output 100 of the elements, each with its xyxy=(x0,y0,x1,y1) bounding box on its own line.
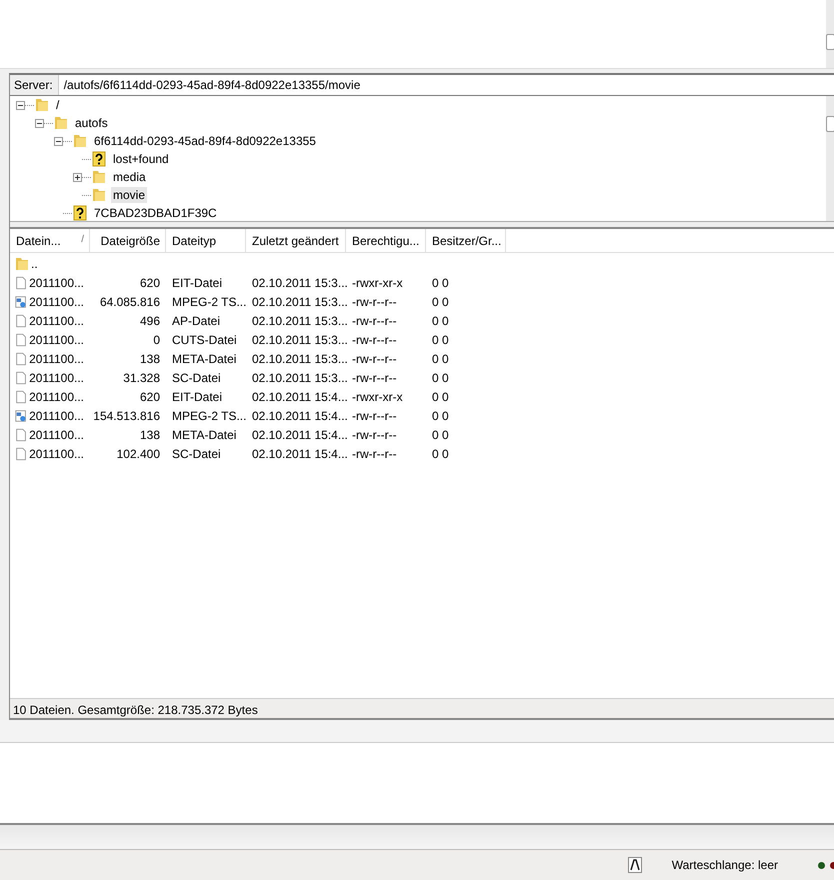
table-cell: SC-Datei xyxy=(172,370,221,384)
table-cell: 2011100... xyxy=(29,294,84,308)
file-icon xyxy=(14,426,28,442)
table-cell: -rw-r--r-- xyxy=(352,428,397,442)
table-cell: 64.085.816 xyxy=(100,294,160,308)
table-cell: 0 0 xyxy=(432,332,449,346)
table-cell: -rw-r--r-- xyxy=(352,294,397,308)
tree-item[interactable]: movie xyxy=(111,187,148,203)
table-cell: -rw-r--r-- xyxy=(352,352,397,366)
table-cell: SC-Datei xyxy=(172,446,221,460)
table-cell: 0 0 xyxy=(432,408,449,422)
table-cell: 0 0 xyxy=(432,370,449,384)
tree-item[interactable]: autofs xyxy=(73,115,110,131)
table-cell: 02.10.2011 15:3... xyxy=(252,370,348,384)
table-cell: META-Datei xyxy=(172,352,236,366)
table-cell: META-Datei xyxy=(172,428,236,442)
file-icon xyxy=(14,388,28,404)
table-cell: .. xyxy=(31,256,38,270)
column-header[interactable]: Besitzer/Gr... xyxy=(426,229,506,252)
table-cell: 102.400 xyxy=(116,446,160,460)
file-icon xyxy=(14,312,28,328)
table-cell: MPEG-2 TS... xyxy=(172,408,246,422)
folder-icon xyxy=(91,169,107,185)
table-cell: EIT-Datei xyxy=(172,390,222,404)
filter-icon[interactable] xyxy=(628,857,642,873)
scrollbar-thumb[interactable] xyxy=(826,34,834,50)
table-cell: 02.10.2011 15:3... xyxy=(252,314,348,328)
video-file-icon xyxy=(14,408,28,424)
path-field[interactable]: /autofs/6f6114dd-0293-45ad-89f4-8d0922e13355/movie xyxy=(58,75,834,95)
folder-icon xyxy=(34,97,50,113)
scrollbar-thumb[interactable] xyxy=(826,116,834,132)
table-cell: 2011100... xyxy=(29,370,84,384)
tree-item[interactable]: lost+found xyxy=(111,151,171,167)
table-cell: 620 xyxy=(140,390,160,404)
expand-toggle-icon[interactable] xyxy=(16,100,25,110)
table-cell: -rwxr-xr-x xyxy=(352,390,403,404)
column-header[interactable]: Datein... / xyxy=(10,229,90,252)
folder-icon xyxy=(72,133,88,149)
tree-item[interactable]: 6f6114dd-0293-45ad-89f4-8d0922e13355 xyxy=(92,133,318,149)
tree-item[interactable]: / xyxy=(54,97,62,113)
table-cell: 0 0 xyxy=(432,314,449,328)
table-cell: AP-Datei xyxy=(172,314,220,328)
table-cell: 31.328 xyxy=(123,370,160,384)
table-cell: 2011100... xyxy=(29,428,84,442)
table-cell: 02.10.2011 15:3... xyxy=(252,332,348,346)
table-cell: 2011100... xyxy=(29,408,84,422)
tree-item[interactable]: media xyxy=(111,169,148,185)
table-cell: 02.10.2011 15:3... xyxy=(252,294,348,308)
file-icon xyxy=(14,446,28,462)
table-cell: 02.10.2011 15:4... xyxy=(252,446,348,460)
unknown-icon xyxy=(91,151,107,167)
table-cell: 0 xyxy=(153,332,160,346)
list-status: 10 Dateien. Gesamtgröße: 218.735.372 Bytes xyxy=(10,698,834,720)
tree-item[interactable]: 7CBAD23DBAD1F39C xyxy=(92,205,219,221)
table-cell: CUTS-Datei xyxy=(172,332,237,346)
folder-icon xyxy=(91,187,107,203)
table-cell: -rw-r--r-- xyxy=(352,314,397,328)
file-icon xyxy=(14,350,28,366)
table-cell: 02.10.2011 15:4... xyxy=(252,408,348,422)
sort-indicator: / xyxy=(81,234,84,247)
splitter[interactable] xyxy=(10,221,834,229)
table-cell: 02.10.2011 15:4... xyxy=(252,428,348,442)
folder-icon xyxy=(53,115,69,131)
table-cell: 0 0 xyxy=(432,352,449,366)
table-cell: 0 0 xyxy=(432,428,449,442)
table-cell: 496 xyxy=(140,314,160,328)
table-cell: 2011100... xyxy=(29,352,84,366)
folder-icon xyxy=(14,256,30,272)
status-light-icon xyxy=(818,862,825,868)
table-cell: 02.10.2011 15:4... xyxy=(252,390,348,404)
table-cell: 2011100... xyxy=(29,276,84,290)
video-file-icon xyxy=(14,294,28,310)
table-cell: 138 xyxy=(140,428,160,442)
table-cell: 02.10.2011 15:3... xyxy=(252,276,348,290)
table-cell: 2011100... xyxy=(29,390,84,404)
file-icon xyxy=(14,370,28,386)
expand-toggle-icon[interactable] xyxy=(54,136,63,146)
server-label: Server: xyxy=(10,75,59,95)
table-cell: 02.10.2011 15:3... xyxy=(252,352,348,366)
expand-toggle-icon[interactable] xyxy=(35,118,44,128)
column-header[interactable]: Dateigröße xyxy=(90,229,166,252)
table-cell: 2011100... xyxy=(29,314,84,328)
table-cell: 0 0 xyxy=(432,390,449,404)
table-cell: 0 0 xyxy=(432,276,449,290)
column-header[interactable]: Berechtigu... xyxy=(346,229,426,252)
column-header[interactable]: Zuletzt geändert xyxy=(246,229,346,252)
file-icon xyxy=(14,332,28,348)
column-header[interactable]: Dateityp xyxy=(166,229,246,252)
table-cell: -rw-r--r-- xyxy=(352,370,397,384)
table-cell: -rw-r--r-- xyxy=(352,332,397,346)
table-cell: 154.513.816 xyxy=(93,408,160,422)
table-cell: MPEG-2 TS... xyxy=(172,294,246,308)
table-cell: 2011100... xyxy=(29,446,84,460)
table-cell: 0 0 xyxy=(432,294,449,308)
unknown-icon xyxy=(72,205,88,221)
table-cell: 138 xyxy=(140,352,160,366)
table-cell: -rwxr-xr-x xyxy=(352,276,403,290)
table-cell: -rw-r--r-- xyxy=(352,446,397,460)
expand-toggle-icon[interactable] xyxy=(73,172,82,182)
table-cell: EIT-Datei xyxy=(172,276,222,290)
